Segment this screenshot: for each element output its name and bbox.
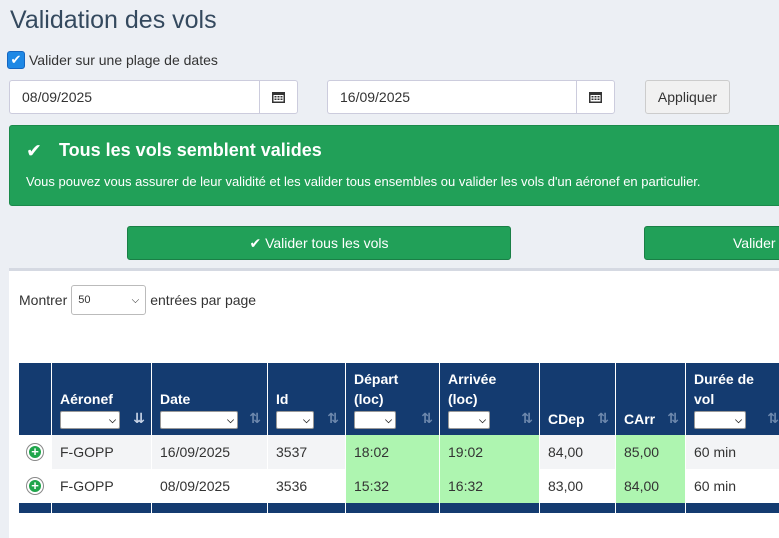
- chevron-down-icon: ⌵: [132, 295, 140, 306]
- cell-arrival: 19:02: [440, 435, 540, 469]
- column-filter-select[interactable]: ⌵: [160, 411, 238, 429]
- column-header-carr[interactable]: CArr ⇅: [616, 363, 686, 435]
- date-to-calendar-button[interactable]: [576, 80, 615, 114]
- validate-aircraft-button[interactable]: Valider: [644, 226, 779, 260]
- success-alert: ✔ Tous les vols semblent valides Vous po…: [9, 125, 779, 206]
- column-label: Durée de vol: [694, 369, 764, 409]
- cell-id: 3537: [268, 435, 346, 469]
- cell-duration: 60 min: [686, 469, 779, 503]
- sort-icon[interactable]: ⇅: [667, 410, 679, 427]
- check-icon: ✔: [26, 140, 42, 163]
- date-to-input[interactable]: 16/09/2025: [327, 80, 576, 114]
- table-row: + F-GOPP 08/09/2025 3536 15:32 16:32 83,…: [19, 469, 779, 503]
- column-filter-select[interactable]: ⌵: [60, 411, 120, 429]
- cell-departure: 15:32: [346, 469, 440, 503]
- page-title: Validation des vols: [10, 6, 217, 35]
- table-footer-bar: [19, 503, 779, 513]
- column-header-duration[interactable]: Durée de vol ⌵ ⇅: [686, 363, 779, 435]
- sort-icon[interactable]: ⇅: [327, 410, 339, 427]
- sort-icon[interactable]: ⇅: [597, 410, 609, 427]
- column-label: Id: [276, 389, 337, 409]
- calendar-icon: [589, 91, 602, 103]
- column-header-date[interactable]: Date ⌵ ⇅: [152, 363, 268, 435]
- date-range-toggle[interactable]: ✔ Valider sur une plage de dates: [7, 51, 218, 69]
- page-size-select[interactable]: 50 ⌵: [71, 285, 146, 315]
- apply-button[interactable]: Appliquer: [645, 80, 730, 114]
- date-range-checkbox[interactable]: ✔: [7, 51, 25, 69]
- cell-aircraft: F-GOPP: [52, 435, 152, 469]
- cell-aircraft: F-GOPP: [52, 469, 152, 503]
- alert-text: Vous pouvez vous assurer de leur validit…: [26, 174, 701, 189]
- flights-table: Aéronef ⌵ ⇊ Date ⌵ ⇅ Id ⌵ ⇅ Départ (loc)…: [19, 363, 779, 513]
- cell-cdep: 83,00: [540, 469, 616, 503]
- page-size-control: Montrer 50 ⌵ entrées par page: [19, 285, 256, 315]
- column-header-departure[interactable]: Départ (loc) ⌵ ⇅: [346, 363, 440, 435]
- column-header-aircraft[interactable]: Aéronef ⌵ ⇊: [52, 363, 152, 435]
- expand-column-header: [19, 363, 52, 435]
- column-header-cdep[interactable]: CDep ⇅: [540, 363, 616, 435]
- cell-id: 3536: [268, 469, 346, 503]
- show-suffix: entrées par page: [150, 292, 256, 308]
- sort-icon[interactable]: ⇅: [249, 410, 261, 427]
- column-header-arrival[interactable]: Arrivée (loc) ⌵ ⇅: [440, 363, 540, 435]
- table-row: + F-GOPP 16/09/2025 3537 18:02 19:02 84,…: [19, 435, 779, 469]
- column-label: Date: [160, 389, 259, 409]
- date-from-calendar-button[interactable]: [259, 80, 298, 114]
- column-label: Départ (loc): [354, 369, 404, 409]
- date-from-group: 08/09/2025: [9, 80, 298, 114]
- column-filter-select[interactable]: ⌵: [694, 411, 746, 429]
- show-prefix: Montrer: [19, 292, 67, 308]
- column-filter-select[interactable]: ⌵: [276, 411, 314, 429]
- date-range-label: Valider sur une plage de dates: [29, 52, 218, 68]
- validate-all-button[interactable]: ✔ Valider tous les vols: [127, 226, 511, 260]
- expand-cell: +: [19, 469, 52, 503]
- column-filter-select[interactable]: ⌵: [448, 411, 490, 429]
- sort-icon[interactable]: ⇅: [767, 410, 779, 427]
- column-header-id[interactable]: Id ⌵ ⇅: [268, 363, 346, 435]
- cell-duration: 60 min: [686, 435, 779, 469]
- date-to-group: 16/09/2025: [327, 80, 615, 114]
- sort-icon[interactable]: ⇅: [421, 410, 433, 427]
- page-size-value: 50: [78, 294, 90, 306]
- cell-carr: 85,00: [616, 435, 686, 469]
- flights-panel: Montrer 50 ⌵ entrées par page Aéronef ⌵ …: [9, 268, 779, 538]
- cell-carr: 84,00: [616, 469, 686, 503]
- alert-title: Tous les vols semblent valides: [59, 140, 322, 161]
- cell-date: 16/09/2025: [152, 435, 268, 469]
- cell-cdep: 84,00: [540, 435, 616, 469]
- cell-arrival: 16:32: [440, 469, 540, 503]
- column-filter-select[interactable]: ⌵: [354, 411, 396, 429]
- cell-departure: 18:02: [346, 435, 440, 469]
- expand-plus-icon[interactable]: +: [27, 478, 43, 494]
- expand-plus-icon[interactable]: +: [27, 444, 43, 460]
- sort-icon[interactable]: ⇊: [133, 410, 145, 427]
- cell-date: 08/09/2025: [152, 469, 268, 503]
- sort-icon[interactable]: ⇅: [521, 410, 533, 427]
- expand-cell: +: [19, 435, 52, 469]
- column-label: Aéronef: [60, 389, 143, 409]
- calendar-icon: [272, 91, 285, 103]
- date-from-input[interactable]: 08/09/2025: [9, 80, 259, 114]
- column-label: Arrivée (loc): [448, 369, 503, 409]
